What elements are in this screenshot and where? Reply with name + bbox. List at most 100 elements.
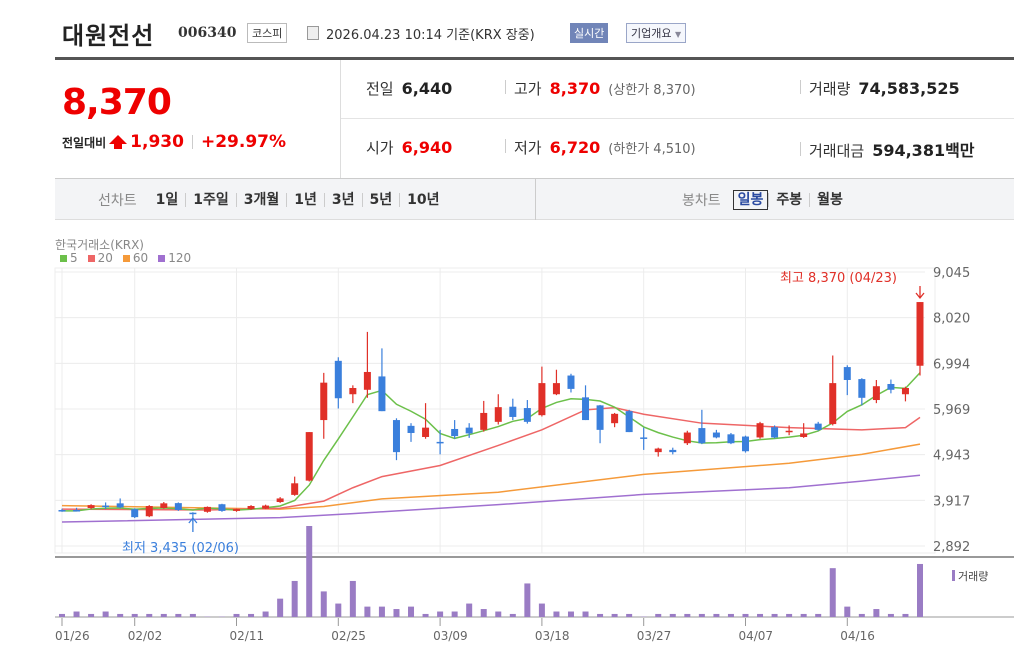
- candle-body: [451, 428, 459, 437]
- candle-body: [771, 427, 779, 438]
- candle-body: [582, 397, 590, 421]
- y-tick-label: 4,943: [933, 449, 970, 464]
- volume-bar: [102, 611, 109, 617]
- volume-bar: [524, 583, 531, 617]
- x-tick-label: 01/26: [55, 629, 90, 643]
- low-annotation: 최저 3,435 (02/06): [122, 541, 239, 556]
- volume-bar: [117, 613, 124, 617]
- volume-bar: [88, 613, 95, 617]
- volume-legend-swatch: [952, 570, 955, 581]
- candle-body: [58, 510, 66, 512]
- volume-bar: [378, 606, 385, 617]
- x-tick-label: 04/07: [738, 629, 773, 643]
- candle-body: [567, 375, 575, 389]
- volume-bar: [146, 613, 153, 617]
- candle-body: [363, 371, 371, 390]
- candle-body: [189, 512, 197, 515]
- volume-bar: [727, 613, 734, 617]
- candle-body: [276, 498, 284, 503]
- candle-body: [625, 411, 633, 433]
- volume-bar: [233, 613, 240, 617]
- y-tick-label: 8,020: [933, 312, 970, 327]
- candle-body: [538, 383, 546, 416]
- y-tick-label: 5,969: [933, 403, 970, 418]
- candle-body: [131, 509, 139, 518]
- ma20-line: [61, 406, 921, 511]
- candle-body: [683, 432, 691, 444]
- candle-body: [233, 509, 241, 511]
- volume-bar: [684, 613, 691, 617]
- candle-body: [494, 407, 502, 422]
- volume-bar: [626, 613, 633, 617]
- candle-body: [640, 437, 648, 439]
- candle-body: [480, 412, 488, 430]
- volume-bar: [698, 613, 705, 617]
- volume-bar: [189, 613, 196, 617]
- volume-bar: [858, 613, 865, 617]
- candle-body: [552, 383, 560, 395]
- volume-bar: [800, 613, 807, 617]
- volume-bar: [917, 563, 923, 617]
- volume-bar: [291, 580, 298, 617]
- candle-body: [901, 388, 909, 395]
- volume-bar: [597, 613, 604, 617]
- candle-body: [916, 302, 924, 366]
- candle-body: [712, 432, 720, 438]
- volume-bar: [567, 611, 574, 617]
- candle-body: [392, 420, 400, 453]
- down-arrow-icon: [915, 286, 925, 300]
- candle-body: [785, 430, 793, 433]
- volume-bar: [669, 613, 676, 617]
- candle-body: [262, 505, 270, 509]
- candle-body: [436, 441, 444, 444]
- candle-body: [145, 506, 153, 517]
- volume-bar: [175, 613, 182, 617]
- candle-body: [160, 503, 168, 509]
- volume-bar: [655, 613, 662, 617]
- candle-body: [291, 483, 299, 495]
- volume-bar: [335, 603, 342, 617]
- volume-bar: [393, 609, 400, 617]
- candle-body: [843, 367, 851, 380]
- y-tick-label: 6,994: [933, 357, 970, 372]
- volume-bar: [320, 591, 327, 617]
- candle-body: [349, 388, 357, 395]
- candle-body: [741, 436, 749, 452]
- candle-body: [203, 506, 211, 512]
- volume-bar: [873, 609, 880, 617]
- volume-bar: [771, 613, 778, 617]
- volume-bar: [131, 613, 138, 617]
- candle-body: [523, 408, 531, 422]
- volume-bar: [553, 611, 560, 617]
- ma120-line: [61, 474, 921, 523]
- candle-body: [814, 423, 822, 430]
- volume-bar: [509, 613, 516, 617]
- candle-body: [102, 505, 110, 508]
- volume-bar: [422, 613, 429, 617]
- volume-bar: [306, 526, 313, 617]
- volume-bar: [59, 613, 65, 617]
- candle-body: [116, 503, 124, 508]
- x-tick-label: 04/16: [840, 629, 875, 643]
- volume-bar: [844, 606, 851, 617]
- volume-bar: [786, 613, 793, 617]
- y-tick-label: 2,892: [933, 540, 970, 555]
- volume-bar: [713, 613, 720, 617]
- candle-body: [174, 503, 182, 511]
- candle-body: [596, 405, 604, 430]
- price-chart[interactable]: 9,045 8,020 6,994 5,969 4,943 3,917 2,892 01/26…: [0, 0, 1014, 655]
- candle-body: [305, 432, 313, 481]
- volume-bar: [160, 613, 167, 617]
- candle-body: [829, 383, 837, 425]
- candle-body: [87, 505, 95, 509]
- candle-body: [218, 504, 226, 511]
- candle-body: [247, 506, 255, 510]
- x-tick-label: 02/25: [331, 629, 366, 643]
- ma5-line: [62, 372, 921, 512]
- candle-body: [669, 449, 677, 453]
- candle-body: [756, 423, 764, 438]
- volume-bar: [73, 611, 80, 617]
- volume-bar: [611, 613, 618, 617]
- volume-bar: [757, 613, 764, 617]
- volume-bar: [480, 609, 487, 617]
